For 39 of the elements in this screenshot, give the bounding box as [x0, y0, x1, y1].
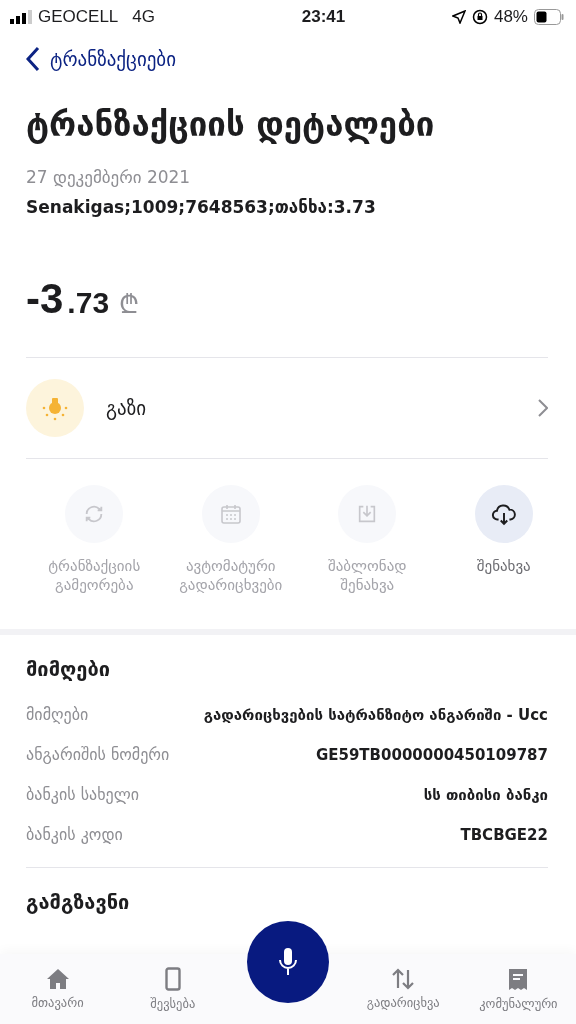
page-title: ტრანზაქციის დეტალები — [26, 104, 436, 146]
receipt-icon — [507, 967, 530, 991]
back-link[interactable]: ტრანზაქციები — [26, 42, 177, 76]
field-value: TBCBGE22 — [460, 825, 548, 844]
field-label: მიმღები — [26, 705, 89, 725]
category-label: გაზი — [106, 396, 148, 419]
currency-symbol: ₾ — [119, 287, 140, 321]
signal-icon — [10, 10, 32, 24]
nav-tab[interactable]: გადარიცხვა — [345, 954, 461, 1024]
chevron-right-icon — [538, 398, 548, 417]
carrier-name: GEOCELL — [38, 7, 119, 27]
transaction-description: Senakigas;1009;7648563;თანხა:3.73 — [26, 196, 377, 217]
rotation-lock-icon — [471, 9, 488, 25]
field-value: GE59TB0000000450109787 — [315, 745, 548, 764]
section-heading: მიმღები — [26, 656, 111, 681]
field-label: ანგარიშის ნომერი — [26, 745, 170, 765]
battery-icon — [534, 9, 564, 25]
transfer-arrows-icon — [391, 968, 416, 990]
network-type: 4G — [132, 7, 155, 27]
field-label: ბანკის კოდი — [26, 825, 123, 845]
field-value: გადარიცხვების სატრანზიტო ანგარიში - Ucc — [203, 705, 548, 724]
field-label: ბანკის სახელი — [26, 785, 139, 805]
amount-integer: -3 — [26, 274, 64, 323]
transaction-date: 27 დეკემბერი 2021 — [26, 166, 192, 187]
microphone-icon — [277, 947, 299, 977]
amount-decimals: .73 — [67, 285, 110, 320]
battery-percent: 48% — [493, 7, 528, 27]
nav-tab[interactable]: მთავარი — [0, 954, 116, 1024]
home-icon — [45, 968, 70, 990]
phone-icon — [164, 967, 181, 991]
clock-time: 23:41 — [301, 7, 346, 27]
nav-tab[interactable]: შევსება — [115, 954, 231, 1024]
nav-tab[interactable]: კომუნალური — [460, 954, 576, 1024]
section-heading: გამგზავნი — [26, 889, 131, 914]
location-arrow-icon — [451, 10, 466, 24]
field-value: სს თიბისი ბანკი — [423, 785, 548, 804]
category-row[interactable]: გაზი — [26, 357, 548, 458]
back-chevron-icon — [26, 46, 40, 72]
action-button[interactable]: შენახვა — [435, 484, 572, 625]
